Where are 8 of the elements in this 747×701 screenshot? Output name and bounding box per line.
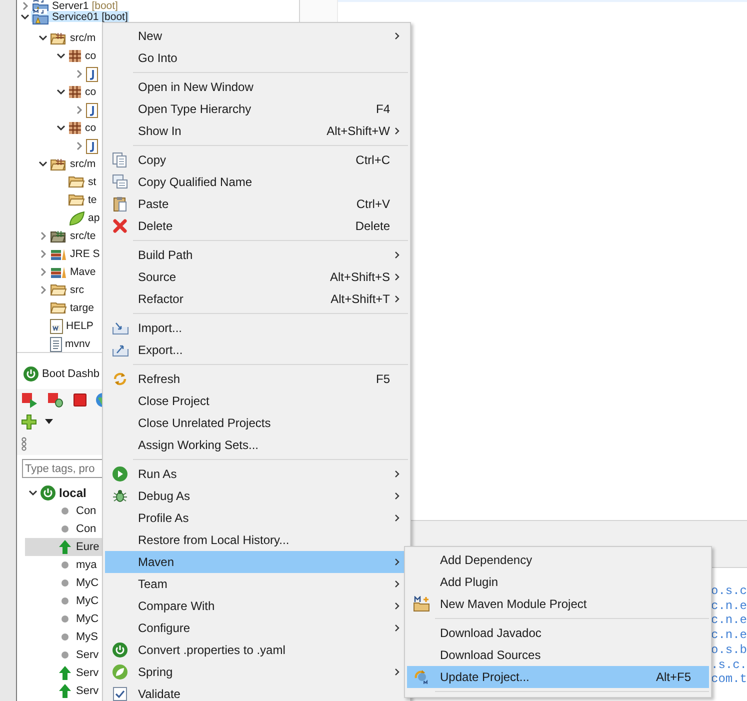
console-line: c.n.e	[711, 628, 747, 643]
console-line: com.t	[711, 672, 747, 687]
view-title: Boot Dashb	[42, 368, 100, 380]
console-line: o.s.b	[711, 642, 747, 658]
console-line: .s.c.	[711, 658, 747, 672]
console-line: o.s.c	[711, 584, 747, 599]
console-line: c.n.e	[711, 598, 747, 614]
console-line: c.n.e	[711, 613, 747, 628]
